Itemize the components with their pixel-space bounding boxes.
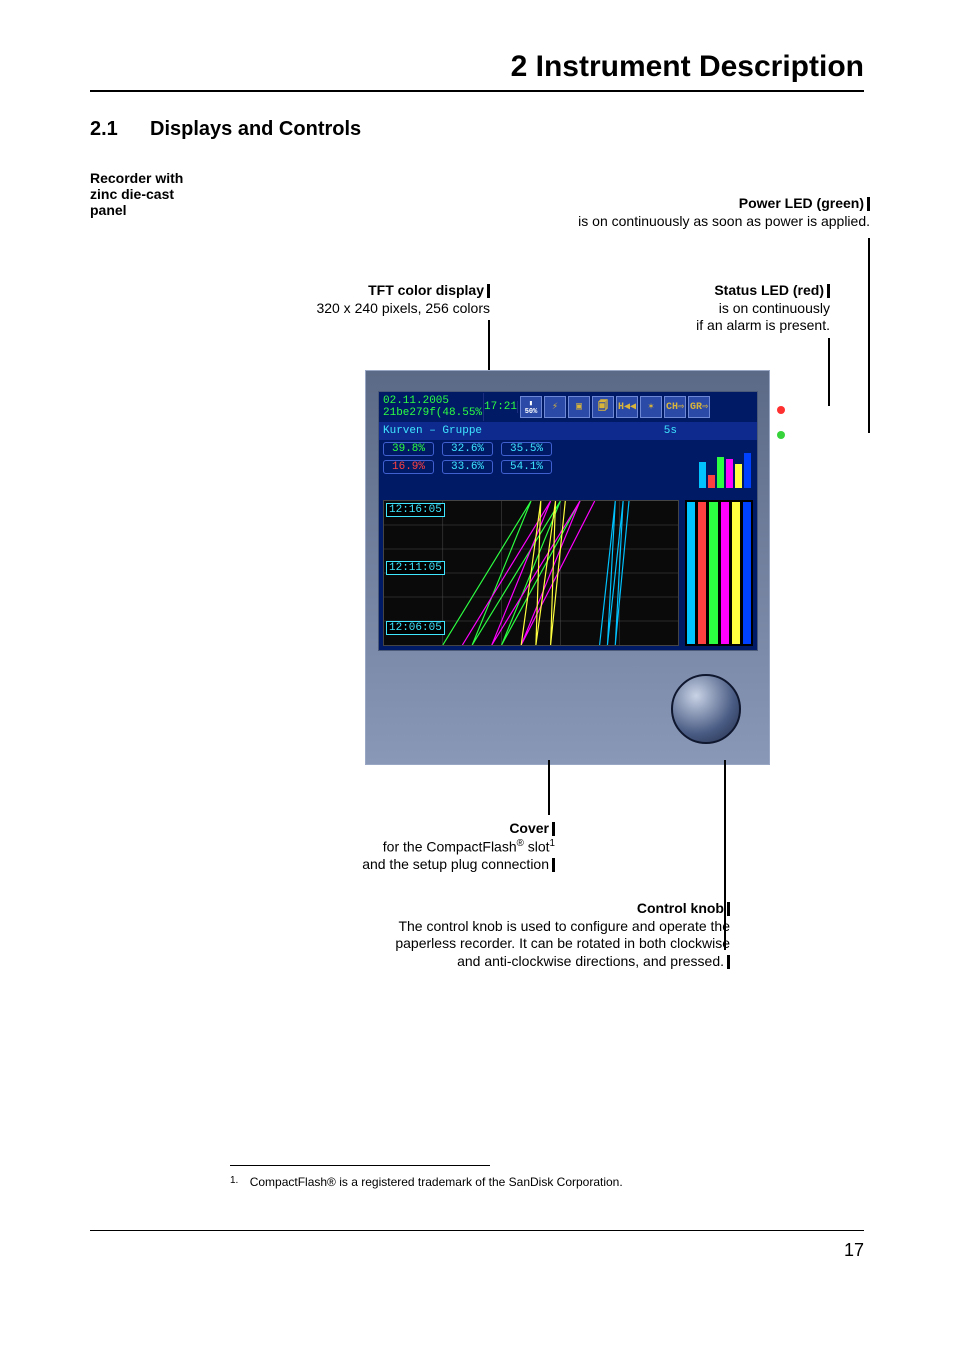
channel-value: 54.1%	[501, 460, 552, 474]
section-number: 2.1	[90, 118, 150, 141]
page-rule	[90, 1230, 864, 1231]
channel-value: 16.9%	[383, 460, 434, 474]
toolbar-icon: GR⇨	[688, 396, 710, 418]
footnote-number: 1.	[230, 1175, 238, 1186]
section-title: 2.1Displays and Controls	[90, 118, 864, 141]
device-screen: 02.11.2005 21be279f(48.55% 17:21 ▮50% ⚡ …	[378, 391, 758, 651]
section-title-text: Displays and Controls	[150, 118, 361, 140]
channel-value: 39.8%	[383, 442, 434, 456]
callout-power-led: Power LED (green) is on continuously as …	[470, 195, 870, 230]
status-led-desc2: if an alarm is present.	[696, 317, 830, 333]
margin-label: Recorder with zinc die-cast panel	[90, 170, 220, 218]
toolbar-icon: H◀◀	[616, 396, 638, 418]
cover-desc1-post: slot	[524, 838, 550, 854]
toolbar-icon: 🗐	[592, 396, 614, 418]
screen-time: 17:21	[484, 401, 518, 413]
chart-time-label: 12:16:05	[386, 503, 445, 517]
recorder-device: 02.11.2005 21be279f(48.55% 17:21 ▮50% ⚡ …	[365, 370, 770, 765]
footnote-rule	[230, 1165, 490, 1166]
screen-subbar: Kurven – Gruppe 5s	[379, 422, 757, 440]
status-led-indicator	[777, 406, 785, 414]
trend-chart: 12:16:05 12:11:05 12:06:05	[383, 500, 679, 646]
knob-title: Control knob	[637, 900, 724, 916]
callout-control-knob: Control knob The control knob is used to…	[320, 900, 730, 970]
cover-desc2: and the setup plug connection	[362, 856, 549, 872]
channel-value: 35.5%	[501, 442, 552, 456]
mini-bars	[699, 444, 751, 488]
cover-desc1-pre: for the CompactFlash	[383, 838, 517, 854]
screen-statusbar: 02.11.2005 21be279f(48.55% 17:21 ▮50% ⚡ …	[379, 392, 757, 422]
toolbar-icon: CH⇨	[664, 396, 686, 418]
channel-value: 33.6%	[442, 460, 493, 474]
screen-toolbar: ▮50% ⚡ ▣ 🗐 H◀◀ ✶ CH⇨ GR⇨	[518, 396, 757, 418]
callout-status-led: Status LED (red) is on continuously if a…	[610, 282, 830, 335]
toolbar-icon: ▣	[568, 396, 590, 418]
tft-desc: 320 x 240 pixels, 256 colors	[316, 300, 490, 316]
cover-title: Cover	[509, 820, 549, 836]
callout-tft: TFT color display 320 x 240 pixels, 256 …	[270, 282, 490, 317]
toolbar-icon: ⚡	[544, 396, 566, 418]
chart-time-label: 12:11:05	[386, 561, 445, 575]
footnote: 1. CompactFlash® is a registered tradema…	[230, 1175, 623, 1189]
channel-value: 32.6%	[442, 442, 493, 456]
screen-date: 02.11.2005 21be279f(48.55%	[379, 393, 484, 421]
power-led-desc: is on continuously as soon as power is a…	[578, 213, 870, 229]
control-knob[interactable]	[671, 674, 741, 744]
chart-time-label: 12:06:05	[386, 621, 445, 635]
knob-desc: The control knob is used to configure an…	[395, 918, 730, 969]
status-led-desc1: is on continuously	[719, 300, 830, 316]
side-bargraph	[685, 500, 753, 646]
chapter-title: 2 Instrument Description	[90, 50, 864, 92]
tft-title: TFT color display	[368, 282, 484, 298]
footnote-text: CompactFlash® is a registered trademark …	[250, 1175, 623, 1189]
page-number: 17	[844, 1240, 864, 1261]
battery-icon: ▮50%	[520, 396, 542, 418]
diagram-area: Power LED (green) is on continuously as …	[230, 170, 870, 1010]
status-led-title: Status LED (red)	[714, 282, 824, 298]
power-led-indicator	[777, 431, 785, 439]
power-led-title: Power LED (green)	[739, 195, 864, 211]
toolbar-icon: ✶	[640, 396, 662, 418]
callout-cover: Cover for the CompactFlash® slot1 and th…	[260, 820, 555, 873]
